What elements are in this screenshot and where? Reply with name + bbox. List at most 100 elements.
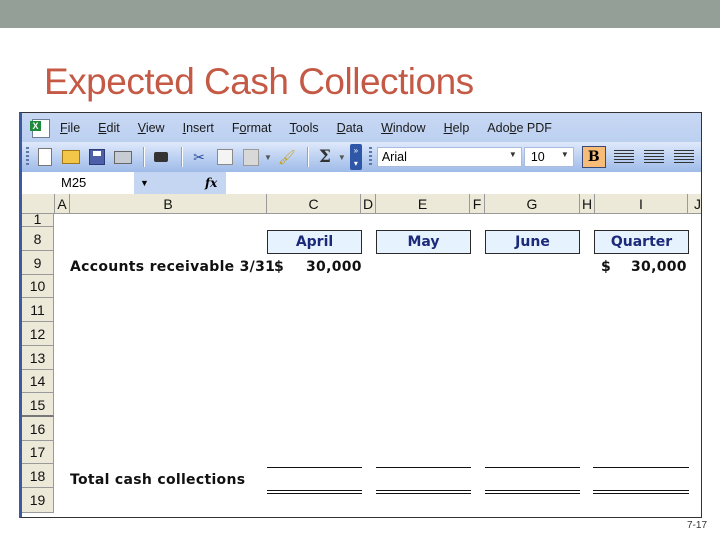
- toolbar-overflow-button[interactable]: » ▾: [349, 144, 362, 170]
- cut-icon: ✂: [193, 148, 205, 165]
- column-header-a[interactable]: A: [55, 194, 70, 214]
- column-header-i[interactable]: I: [595, 194, 688, 214]
- row-header-16[interactable]: 16: [22, 417, 54, 441]
- row-header-11[interactable]: 11: [22, 298, 54, 322]
- menu-view[interactable]: View: [138, 121, 165, 135]
- bold-icon: B: [587, 149, 600, 165]
- row-header-1[interactable]: 1: [22, 212, 54, 227]
- menu-adobe-pdf[interactable]: Adobe PDF: [487, 121, 552, 135]
- subtotal-line-may: [376, 467, 471, 468]
- row-header-18[interactable]: 18: [22, 464, 54, 488]
- column-header-f[interactable]: F: [470, 194, 485, 214]
- row-header-13[interactable]: 13: [22, 346, 54, 370]
- column-header-h[interactable]: H: [580, 194, 595, 214]
- new-button[interactable]: [34, 146, 56, 168]
- chevron-down-icon[interactable]: ▼: [509, 150, 517, 159]
- open-button[interactable]: [60, 146, 82, 168]
- font-size-value: 10: [530, 150, 545, 164]
- column-header-e[interactable]: E: [376, 194, 470, 214]
- format-painter-icon: 🖌: [278, 148, 296, 165]
- toolbar-separator: [306, 147, 309, 167]
- paste-button[interactable]: [240, 146, 262, 168]
- font-size-select[interactable]: 10 ▼: [523, 147, 574, 167]
- slide-top-bar: [0, 0, 720, 28]
- page-number: 7-17: [686, 520, 707, 531]
- menu-window[interactable]: Window: [381, 121, 425, 135]
- header-cell-june[interactable]: June: [485, 230, 580, 254]
- open-icon: [62, 150, 80, 164]
- row-header-17[interactable]: 17: [22, 441, 54, 464]
- row-header-15[interactable]: 15: [22, 393, 54, 417]
- autosum-dropdown-icon[interactable]: ▼: [338, 153, 346, 162]
- row-header-14[interactable]: 14: [22, 370, 54, 393]
- total-label-cell[interactable]: Total cash collections: [70, 472, 245, 488]
- ar-quarter-currency: $: [601, 259, 612, 275]
- total-double-line-quarter: [593, 490, 689, 494]
- excel-app-icon[interactable]: X: [28, 118, 52, 138]
- formatting-toolbar-grip[interactable]: [368, 147, 372, 167]
- menu-insert[interactable]: Insert: [183, 121, 214, 135]
- autosum-button[interactable]: Σ: [314, 146, 336, 168]
- align-right-button[interactable]: [673, 150, 694, 164]
- save-button[interactable]: [86, 146, 108, 168]
- ar-label-cell[interactable]: Accounts receivable 3/31: [70, 259, 275, 275]
- paste-dropdown-icon[interactable]: ▼: [264, 153, 272, 162]
- save-icon: [89, 149, 105, 165]
- chevron-down-icon[interactable]: ▼: [561, 150, 569, 159]
- ar-april-currency: $: [274, 259, 285, 275]
- autosum-icon: Σ: [318, 147, 331, 167]
- paste-icon: [243, 148, 259, 166]
- toolbar-separator: [181, 147, 183, 167]
- standard-toolbar: ✂ ▼ 🖌 Σ ▼ » ▾ Arial ▼ 10 ▼ B: [22, 142, 701, 172]
- font-name-select[interactable]: Arial ▼: [376, 147, 522, 167]
- header-cell-may[interactable]: May: [376, 230, 471, 254]
- camera-button[interactable]: [150, 146, 172, 168]
- toolbar-grip[interactable]: [26, 147, 29, 167]
- subtotal-line-june: [485, 467, 580, 468]
- header-cell-quarter[interactable]: Quarter: [594, 230, 689, 254]
- toolbar-separator: [143, 147, 145, 167]
- column-header-b[interactable]: B: [70, 194, 267, 214]
- slide-title: Expected Cash Collections: [44, 61, 474, 102]
- row-header-10[interactable]: 10: [22, 275, 54, 298]
- align-center-button[interactable]: [643, 150, 664, 164]
- menu-format[interactable]: Format: [232, 121, 272, 135]
- new-icon: [38, 148, 52, 166]
- row-header-9[interactable]: 9: [22, 251, 54, 275]
- column-header-g[interactable]: G: [485, 194, 580, 214]
- total-double-line-may: [376, 490, 471, 494]
- menu-edit[interactable]: Edit: [98, 121, 120, 135]
- menu-file[interactable]: File: [60, 121, 80, 135]
- print-button[interactable]: [112, 146, 134, 168]
- column-header-d[interactable]: D: [361, 194, 376, 214]
- menu-help[interactable]: Help: [444, 121, 470, 135]
- column-header-j[interactable]: J: [688, 194, 701, 214]
- copy-button[interactable]: [214, 146, 236, 168]
- row-header-8[interactable]: 8: [22, 227, 54, 251]
- menu-tools[interactable]: Tools: [289, 121, 318, 135]
- ar-april-value-cell[interactable]: 30,000: [306, 259, 362, 275]
- font-name-value: Arial: [381, 150, 407, 164]
- header-cell-april[interactable]: April: [267, 230, 362, 254]
- excel-window: X File Edit View Insert Format Tools Dat…: [19, 112, 702, 518]
- formula-bar: M25 ▼ fx: [22, 172, 701, 195]
- align-left-button[interactable]: [613, 150, 634, 164]
- total-double-line-april: [267, 490, 362, 494]
- fx-icon[interactable]: fx: [205, 172, 217, 194]
- subtotal-line-april: [267, 467, 362, 468]
- menu-data[interactable]: Data: [337, 121, 363, 135]
- camera-icon: [154, 152, 168, 162]
- column-header-c[interactable]: C: [267, 194, 361, 214]
- chevron-down-icon: ▼: [140, 178, 149, 188]
- copy-icon: [217, 149, 233, 165]
- row-header-12[interactable]: 12: [22, 322, 54, 346]
- bold-button[interactable]: B: [581, 146, 606, 168]
- format-painter-button[interactable]: 🖌: [276, 146, 298, 168]
- name-box[interactable]: M25: [22, 172, 134, 194]
- row-header-19[interactable]: 19: [22, 488, 54, 513]
- cut-button[interactable]: ✂: [188, 146, 210, 168]
- ar-quarter-value-cell[interactable]: 30,000: [631, 259, 687, 275]
- total-double-line-june: [485, 490, 580, 494]
- subtotal-line-quarter: [593, 467, 689, 468]
- print-icon: [114, 150, 132, 164]
